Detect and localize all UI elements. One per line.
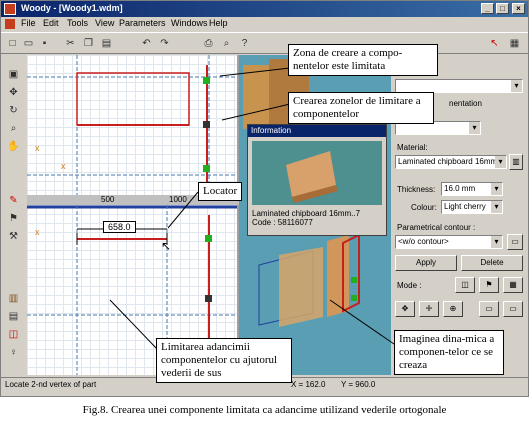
callout-limitarea: Limitarea adancimii componentelor cu aju… xyxy=(156,338,292,383)
callout-crearea: Crearea zonelor de limitare a componente… xyxy=(288,92,434,124)
callout-locator: Locator xyxy=(198,182,243,201)
callout-imaginea: Imaginea dina-mica a componen-telor ce s… xyxy=(394,330,504,375)
figure-caption: Fig.8. Crearea unei componente limitata … xyxy=(82,404,447,416)
callout-zona: Zona de creare a compo-nentelor este lim… xyxy=(288,44,438,76)
